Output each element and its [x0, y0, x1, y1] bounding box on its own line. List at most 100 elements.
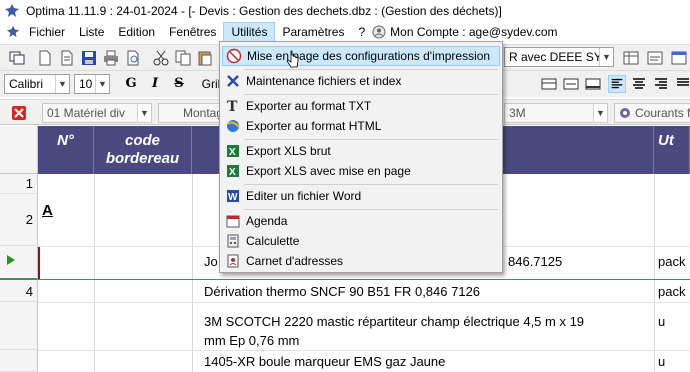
menu-item-label: Carnet d'adresses — [246, 254, 344, 268]
menu-item-export-html[interactable]: Exporter au format HTML — [222, 116, 500, 136]
system-menu-icon[interactable] — [6, 25, 20, 39]
menu-item-label: Editer un fichier Word — [246, 189, 362, 203]
font-name-combo[interactable]: Calibri ▼ — [4, 74, 70, 94]
column-header-num[interactable]: N° — [38, 126, 94, 174]
table-cell-designation[interactable]: 3M SCOTCH 2220 mastic répartiteur champ … — [204, 314, 584, 329]
border-line-icon[interactable] — [562, 75, 580, 93]
copy-icon[interactable] — [174, 49, 192, 67]
table-cell-unit[interactable]: u — [658, 354, 665, 369]
filter-combo-courants[interactable]: Courants f — [614, 103, 690, 123]
column-divider — [654, 174, 655, 372]
close-filter-icon[interactable] — [10, 104, 28, 122]
table-cell-unit[interactable]: pack — [658, 284, 685, 299]
menu-fenetres[interactable]: Fenêtres — [162, 22, 223, 42]
strike-button[interactable]: S — [170, 75, 188, 93]
menu-item-label: Mise en page des configurations d'impres… — [247, 49, 491, 63]
menu-item-export-xls[interactable]: X Export XLS brut — [222, 141, 500, 161]
menu-separator — [244, 209, 498, 210]
xls-layout-icon: X — [227, 165, 239, 178]
menu-item-edit-word[interactable]: W Editer un fichier Word — [222, 186, 500, 206]
edit-view-icon[interactable] — [646, 49, 664, 67]
column-header-code[interactable]: code bordereau — [94, 126, 192, 174]
filter-combo-materiel[interactable]: 01 Matériel div ▼ — [42, 103, 152, 123]
cut-icon[interactable] — [152, 49, 170, 67]
row-header[interactable] — [0, 302, 38, 350]
row-header[interactable]: 4 — [0, 280, 38, 302]
menu-edition[interactable]: Edition — [111, 22, 162, 42]
window-tile-icon[interactable] — [670, 49, 688, 67]
table-cell-num[interactable]: A — [42, 202, 53, 219]
chevron-down-icon[interactable]: ▼ — [593, 104, 607, 122]
menu-item-label: Exporter au format HTML — [246, 119, 382, 133]
svg-text:T: T — [227, 99, 238, 114]
filter-combo-3m-value: 3M — [509, 106, 526, 120]
txt-export-icon: T — [227, 99, 238, 114]
chevron-down-icon[interactable]: ▼ — [95, 75, 109, 93]
menu-fichier[interactable]: Fichier — [22, 22, 72, 42]
menu-separator — [244, 139, 498, 140]
row-header[interactable]: 2 — [0, 194, 38, 246]
window-title: Optima 11.11.9 : 24-01-2024 - [- Devis :… — [26, 4, 502, 18]
menu-bar: Fichier Liste Edition Fenêtres Utilités … — [0, 22, 690, 42]
menu-item-address-book[interactable]: Carnet d'adresses — [222, 251, 500, 271]
border-bottom-icon[interactable] — [584, 75, 602, 93]
chevron-down-icon[interactable]: ▼ — [137, 104, 151, 122]
table-cell-designation-tail[interactable]: 846.7125 — [508, 254, 562, 269]
row-header[interactable]: 1 — [0, 174, 38, 194]
table-cell-designation[interactable]: Jo — [204, 254, 218, 269]
menu-help[interactable]: ? — [351, 22, 372, 42]
menu-item-label: Exporter au format TXT — [246, 99, 372, 113]
align-right-icon[interactable] — [652, 75, 670, 93]
menu-liste[interactable]: Liste — [72, 22, 111, 42]
app-logo-icon — [5, 4, 19, 17]
chevron-down-icon[interactable]: ▼ — [599, 48, 613, 66]
menu-separator — [244, 184, 498, 185]
align-left-icon[interactable] — [608, 75, 626, 93]
menu-item-calculette[interactable]: Calculette — [222, 231, 500, 251]
row-divider-current — [38, 279, 690, 280]
italic-button[interactable]: I — [146, 75, 164, 93]
row-divider — [38, 302, 690, 303]
bold-button[interactable]: G — [122, 75, 140, 93]
chevron-down-icon[interactable]: ▼ — [55, 75, 69, 93]
table-cell-unit[interactable]: pack — [658, 254, 685, 269]
column-header-unit[interactable]: Ut — [654, 126, 690, 174]
paste-icon[interactable] — [196, 49, 214, 67]
gear-icon — [620, 108, 630, 118]
menu-item-agenda[interactable]: Agenda — [222, 211, 500, 231]
new-document-icon[interactable] — [36, 49, 54, 67]
calculator-icon — [227, 234, 239, 248]
save-icon[interactable] — [80, 49, 98, 67]
open-document-icon[interactable] — [58, 49, 76, 67]
account-label[interactable]: Mon Compte : age@sydev.com — [390, 22, 564, 42]
table-cell-designation-line2[interactable]: mm Ep 0,76 mm — [204, 333, 299, 348]
menu-utilites[interactable]: Utilités — [223, 22, 276, 42]
menu-item-maintenance[interactable]: Maintenance fichiers et index — [222, 71, 500, 91]
table-cell-designation[interactable]: 1405-XR boule marqueur EMS gaz Jaune — [204, 354, 445, 369]
project-combo-value: R avec DEEE SYD — [509, 50, 611, 64]
html-export-icon — [227, 120, 240, 132]
print-config-icon — [226, 48, 242, 64]
current-row-arrow-icon — [7, 255, 15, 265]
table-cell-unit[interactable]: u — [658, 314, 665, 329]
border-box-icon[interactable] — [540, 75, 558, 93]
window-icon[interactable] — [8, 49, 26, 67]
align-center-icon[interactable] — [630, 75, 648, 93]
row-header[interactable] — [0, 350, 38, 372]
row-header-current[interactable] — [0, 246, 38, 280]
justify-icon[interactable] — [674, 75, 690, 93]
address-book-icon — [227, 254, 239, 268]
preview-icon[interactable] — [124, 49, 142, 67]
font-size-combo[interactable]: 10 ▼ — [74, 74, 110, 94]
menu-item-export-txt[interactable]: T Exporter au format TXT — [222, 96, 500, 116]
grid-view-icon[interactable] — [622, 49, 640, 67]
account-icon[interactable] — [372, 25, 386, 39]
print-icon[interactable] — [102, 49, 120, 67]
menu-item-print-config[interactable]: Mise en page des configurations d'impres… — [222, 46, 500, 66]
project-combo[interactable]: R avec DEEE SYD ▼ — [504, 47, 614, 67]
menu-item-export-xls-layout[interactable]: X Export XLS avec mise en page — [222, 161, 500, 181]
table-cell-designation[interactable]: Dérivation thermo SNCF 90 B51 FR 0,846 7… — [204, 284, 480, 299]
filter-combo-3m[interactable]: 3M ▼ — [504, 103, 608, 123]
filter-combo-montage[interactable]: Montag — [158, 103, 220, 123]
menu-parametres[interactable]: Paramètres — [275, 22, 351, 42]
